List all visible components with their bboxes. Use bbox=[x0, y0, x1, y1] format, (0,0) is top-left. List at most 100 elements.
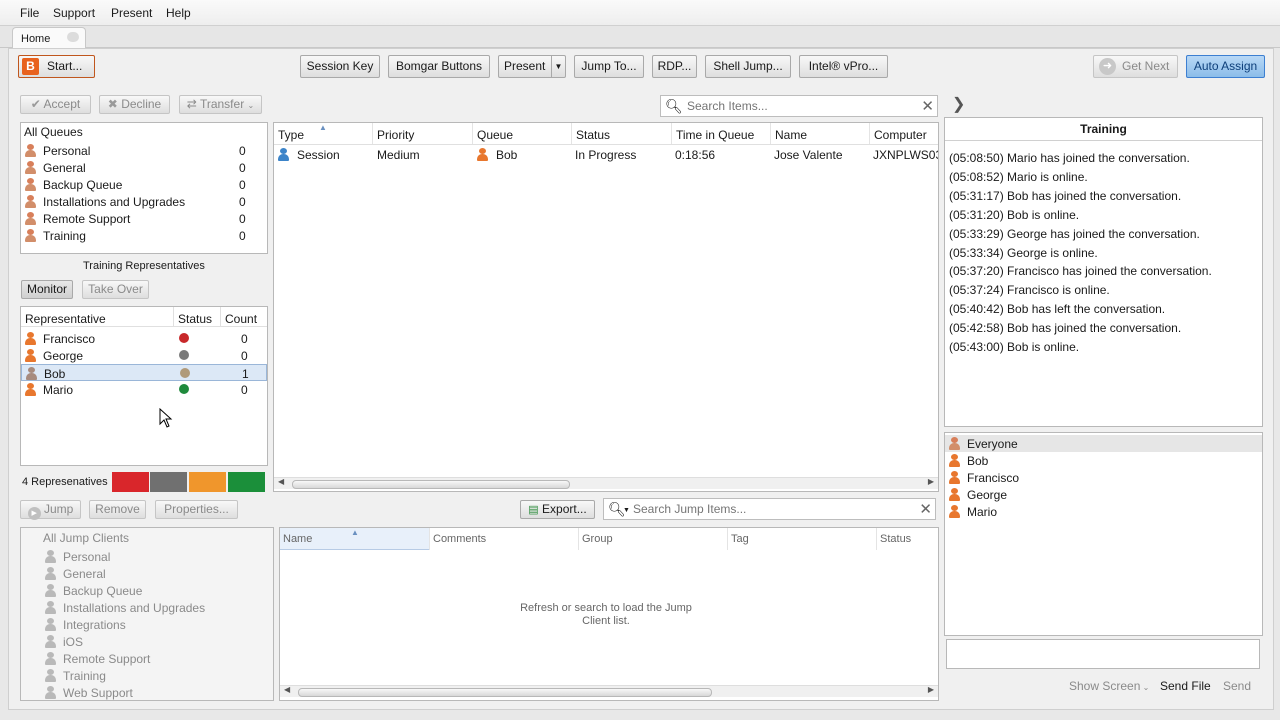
column-divider bbox=[876, 528, 877, 550]
session-column-header[interactable]: Time in Queue bbox=[676, 128, 754, 142]
all-jump-clients-item[interactable]: All Jump Clients bbox=[43, 531, 129, 545]
queue-item[interactable]: Remote Support 0 bbox=[21, 210, 267, 227]
rep-column-header[interactable]: Representative bbox=[25, 312, 106, 326]
session-column-header[interactable]: Computer bbox=[874, 128, 927, 142]
remove-button[interactable]: Remove bbox=[89, 500, 146, 519]
session-column-header[interactable]: Name bbox=[775, 128, 807, 142]
chat-panel: Training (05:08:50) Mario has joined the… bbox=[944, 117, 1263, 427]
jump-group-item[interactable]: Remote Support bbox=[21, 650, 273, 667]
session-column-header[interactable]: Status bbox=[576, 128, 610, 142]
tab-home[interactable]: Home bbox=[12, 27, 86, 48]
jump-column-header[interactable]: Status bbox=[880, 533, 911, 545]
decline-button[interactable]: ✖ Decline bbox=[99, 95, 170, 114]
jump-group-item[interactable]: Personal bbox=[21, 548, 273, 565]
jump-group-label: Installations and Upgrades bbox=[63, 601, 206, 615]
send-file-button[interactable]: Send File bbox=[1160, 679, 1211, 693]
jump-group-item[interactable]: iOS bbox=[21, 633, 273, 650]
clear-jump-search-icon[interactable]: ✕ bbox=[919, 500, 932, 518]
rep-name: George bbox=[43, 349, 84, 363]
present-button[interactable]: Present ▼ bbox=[498, 55, 566, 78]
menu-file[interactable]: File bbox=[20, 6, 39, 20]
start-button[interactable]: B Start... bbox=[18, 55, 95, 78]
queue-count: 0 bbox=[239, 161, 246, 175]
monitor-button[interactable]: Monitor bbox=[21, 280, 73, 299]
jump-group-icon bbox=[45, 567, 56, 580]
bomgar-buttons-button[interactable]: Bomgar Buttons bbox=[388, 55, 490, 78]
rep-count: 1 bbox=[242, 367, 249, 381]
participant-item[interactable]: Mario bbox=[945, 503, 1262, 520]
chevron-down-icon[interactable]: ▼ bbox=[551, 56, 565, 77]
all-queues-item[interactable]: All Queues bbox=[24, 125, 83, 139]
sessions-scrollbar[interactable]: ◀ ▶ bbox=[274, 477, 938, 489]
jump-group-item[interactable]: Backup Queue bbox=[21, 582, 273, 599]
rep-row[interactable]: George 0 bbox=[21, 347, 267, 364]
jump-group-item[interactable]: Web Support bbox=[21, 684, 273, 701]
rep-row[interactable]: Mario 0 bbox=[21, 381, 267, 398]
participant-item[interactable]: Bob bbox=[945, 452, 1262, 469]
intel-vpro-button[interactable]: Intel® vPro... bbox=[799, 55, 888, 78]
session-row[interactable]: Session Medium Bob In Progress 0:18:56 J… bbox=[274, 146, 938, 164]
queue-item[interactable]: Training 0 bbox=[21, 227, 267, 244]
chevron-right-icon[interactable]: ❯ bbox=[952, 94, 965, 114]
send-button[interactable]: Send bbox=[1223, 679, 1251, 693]
session-column-header[interactable]: Queue bbox=[477, 128, 513, 142]
rep-row[interactable]: Bob 1 bbox=[21, 364, 267, 381]
jump-group-icon bbox=[45, 669, 56, 682]
jump-group-label: General bbox=[63, 567, 106, 581]
count-column-header[interactable]: Count bbox=[225, 312, 257, 326]
jump-column-header[interactable]: Group bbox=[582, 533, 613, 545]
jump-button[interactable]: ▶ Jump bbox=[20, 500, 81, 520]
queue-item[interactable]: Installations and Upgrades 0 bbox=[21, 193, 267, 210]
jump-column-header[interactable]: Name bbox=[283, 533, 312, 545]
jump-group-label: Training bbox=[63, 669, 106, 683]
auto-assign-button[interactable]: Auto Assign bbox=[1186, 55, 1265, 78]
jump-group-item[interactable]: Training bbox=[21, 667, 273, 684]
chat-input[interactable] bbox=[946, 639, 1260, 669]
group-icon bbox=[949, 437, 960, 450]
rdp-button[interactable]: RDP... bbox=[652, 55, 697, 78]
jump-column-header[interactable]: Comments bbox=[433, 533, 486, 545]
participant-item[interactable]: Francisco bbox=[945, 469, 1262, 486]
queue-item[interactable]: Personal 0 bbox=[21, 142, 267, 159]
chevron-down-icon[interactable]: ▼ bbox=[623, 507, 630, 514]
jump-search-input[interactable] bbox=[633, 502, 903, 516]
properties-button[interactable]: Properties... bbox=[155, 500, 238, 519]
menu-help[interactable]: Help bbox=[166, 6, 191, 20]
session-key-button[interactable]: Session Key bbox=[300, 55, 380, 78]
menu-bar: File Support Present Help bbox=[0, 0, 1280, 26]
jump-group-item[interactable]: Installations and Upgrades bbox=[21, 599, 273, 616]
accept-button[interactable]: ✔ Accept bbox=[20, 95, 91, 114]
search-items-input[interactable] bbox=[687, 99, 907, 113]
tab-close-icon[interactable] bbox=[67, 32, 79, 42]
jump-group-item[interactable]: Integrations bbox=[21, 616, 273, 633]
jump-group-item[interactable]: General bbox=[21, 565, 273, 582]
reps-count-label: 4 Represenatives bbox=[22, 476, 108, 488]
column-divider bbox=[727, 528, 728, 550]
search-items-box[interactable]: 🔍︎ ✕ bbox=[660, 95, 938, 117]
get-next-button[interactable]: ➜ Get Next bbox=[1093, 55, 1178, 78]
export-button[interactable]: ▤ Export... bbox=[520, 500, 595, 519]
menu-support[interactable]: Support bbox=[53, 6, 95, 20]
clear-search-icon[interactable]: ✕ bbox=[921, 97, 934, 115]
rep-count: 0 bbox=[241, 349, 248, 363]
transfer-button[interactable]: ⇄ Transfer ⌄ bbox=[179, 95, 262, 114]
menu-present[interactable]: Present bbox=[111, 6, 152, 20]
scrollbar-thumb[interactable] bbox=[298, 688, 712, 697]
queue-item[interactable]: General 0 bbox=[21, 159, 267, 176]
participant-item[interactable]: Everyone bbox=[945, 435, 1262, 452]
jump-to-button[interactable]: Jump To... bbox=[574, 55, 644, 78]
status-column-header[interactable]: Status bbox=[178, 312, 212, 326]
show-screen-button[interactable]: Show Screen ⌄ bbox=[1069, 679, 1149, 693]
queue-item[interactable]: Backup Queue 0 bbox=[21, 176, 267, 193]
shell-jump-button[interactable]: Shell Jump... bbox=[705, 55, 791, 78]
rep-row[interactable]: Francisco 0 bbox=[21, 330, 267, 347]
jump-scrollbar[interactable]: ◀ ▶ bbox=[280, 685, 938, 697]
jump-column-header[interactable]: Tag bbox=[731, 533, 749, 545]
chat-message: (05:42:58) Bob has joined the conversati… bbox=[949, 321, 1182, 336]
participant-item[interactable]: George bbox=[945, 486, 1262, 503]
session-column-header[interactable]: Type bbox=[278, 128, 304, 142]
jump-search-box[interactable]: 🔍︎ ▼ ✕ bbox=[603, 498, 936, 520]
take-over-button[interactable]: Take Over bbox=[82, 280, 149, 299]
session-column-header[interactable]: Priority bbox=[377, 128, 414, 142]
scrollbar-thumb[interactable] bbox=[292, 480, 570, 489]
